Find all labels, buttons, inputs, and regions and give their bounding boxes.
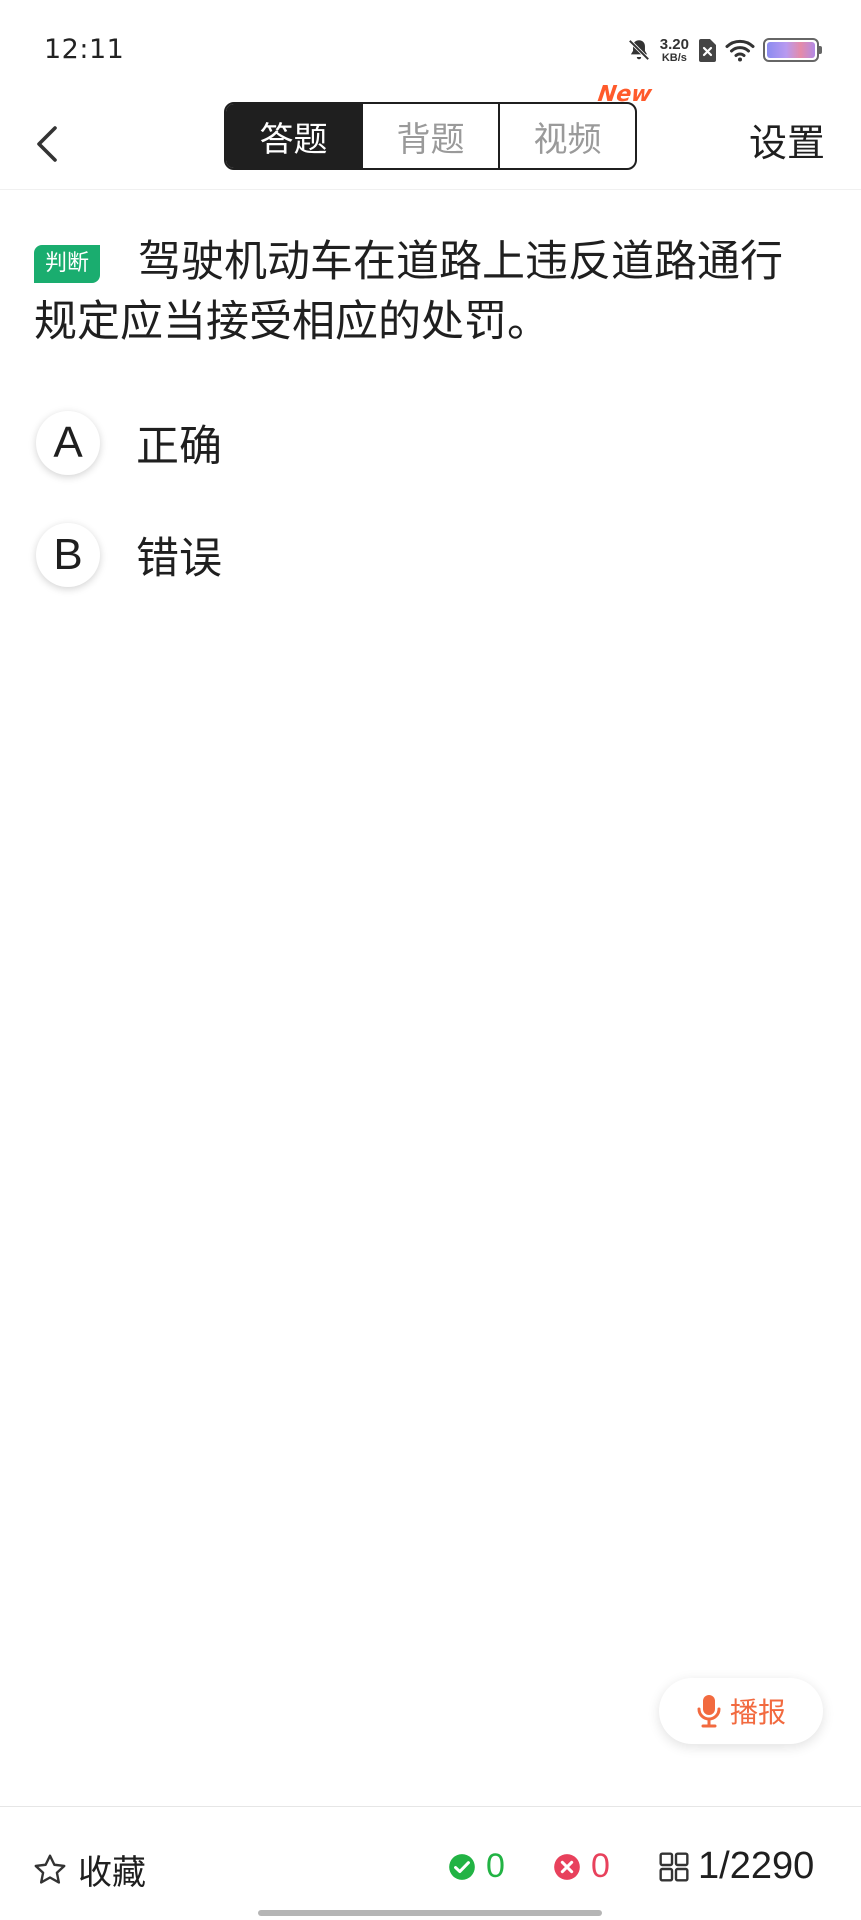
- microphone-icon: [697, 1695, 721, 1728]
- option-a[interactable]: A 正确: [36, 410, 222, 476]
- app-screen: 12:11 3.20 KB/s 答题 背题 视频 New 设置 判断 驾驶机动车…: [0, 0, 861, 1920]
- option-label: 正确: [136, 422, 222, 472]
- question-block: 判断 驾驶机动车在道路上违反道路通行规定应当接受相应的处罚。: [34, 232, 824, 352]
- wrong-count-value: 0: [591, 1847, 610, 1885]
- mute-bell-icon: [626, 37, 652, 63]
- tab-memorize[interactable]: 背题: [361, 104, 498, 168]
- wifi-icon: [725, 38, 755, 62]
- settings-button[interactable]: 设置: [749, 112, 825, 167]
- net-speed-unit: KB/s: [661, 51, 687, 64]
- option-letter: A: [36, 411, 100, 475]
- battery-icon: [763, 38, 822, 62]
- option-label: 错误: [136, 534, 222, 584]
- back-button[interactable]: [22, 114, 72, 174]
- net-speed-value: 3.20: [659, 35, 689, 53]
- grid-icon: [659, 1851, 689, 1882]
- favorite-button[interactable]: 收藏: [32, 1845, 146, 1894]
- nav-bar: 答题 背题 视频 New 设置: [0, 82, 861, 190]
- correct-count-value: 0: [486, 1847, 505, 1885]
- status-time: 12:11: [44, 34, 125, 65]
- favorite-label: 收藏: [78, 1853, 146, 1893]
- tab-video[interactable]: 视频: [498, 104, 635, 168]
- status-bar: 12:11 3.20 KB/s: [0, 0, 861, 100]
- bottom-bar: 收藏 0 0 1/2290: [0, 1806, 861, 1920]
- new-badge: New: [596, 82, 654, 107]
- star-outline-icon: [34, 1854, 66, 1884]
- chevron-left-icon: [37, 126, 57, 162]
- question-type-tag: 判断: [34, 245, 101, 283]
- tab-answer[interactable]: 答题: [226, 104, 361, 168]
- broadcast-button[interactable]: 播报: [659, 1678, 823, 1744]
- home-indicator[interactable]: [258, 1910, 602, 1916]
- broadcast-label: 播报: [729, 1696, 786, 1729]
- correct-count: 0: [448, 1847, 505, 1886]
- no-sim-icon: [697, 38, 717, 62]
- mode-tabs: 答题 背题 视频: [224, 102, 637, 170]
- option-b[interactable]: B 错误: [36, 522, 222, 588]
- status-icons: 3.20 KB/s: [626, 34, 822, 66]
- option-letter: B: [36, 523, 100, 587]
- progress-text: 1/2290: [698, 1845, 815, 1887]
- question-progress-button[interactable]: 1/2290: [658, 1845, 814, 1888]
- net-speed: 3.20 KB/s: [660, 37, 689, 64]
- wrong-count: 0: [553, 1847, 610, 1886]
- x-circle-icon: [554, 1853, 580, 1880]
- question-text: 驾驶机动车在道路上违反道路通行规定应当接受相应的处罚。: [34, 237, 784, 347]
- check-circle-icon: [449, 1853, 475, 1880]
